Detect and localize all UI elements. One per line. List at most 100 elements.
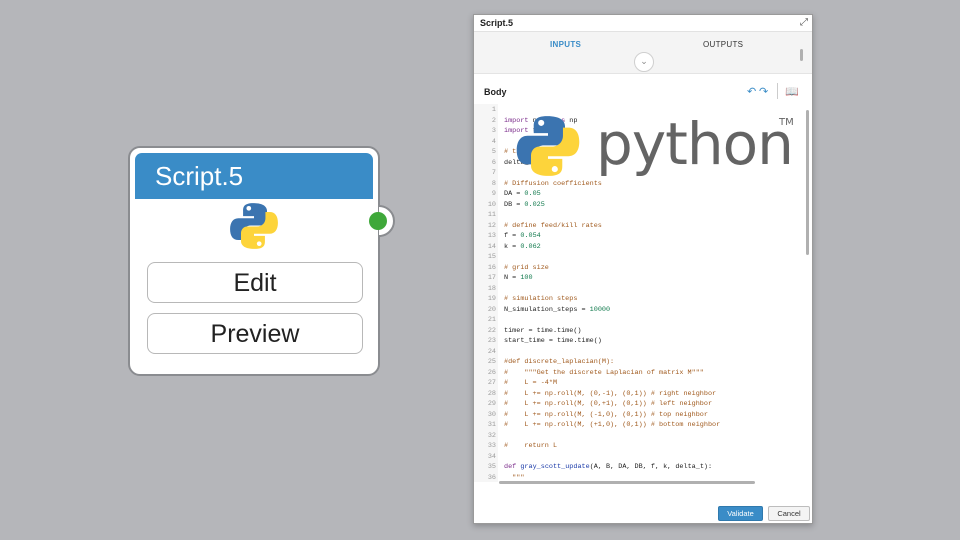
- python-logo-icon: [516, 116, 580, 176]
- line-number: 1: [491, 106, 496, 114]
- script-dialog: Script.5 ⤢ INPUTS OUTPUTS ⌄ Body ↶ ↷ 📖 1…: [473, 14, 813, 524]
- code-line: 24: [474, 347, 804, 358]
- line-number: 33: [487, 442, 496, 450]
- code-line: 30 # L += np.roll(M, (-1,0), (0,1)) # top…: [474, 410, 804, 421]
- line-number: 2: [491, 116, 496, 125]
- code-line: 15: [474, 252, 804, 263]
- code-line: 25 #def discrete_laplacian(M):: [474, 357, 804, 368]
- code-line: 12 # define feed/kill rates: [474, 221, 804, 232]
- line-number: 15: [487, 253, 496, 261]
- line-number: 23: [487, 337, 496, 345]
- code-line: 28 # L += np.roll(M, (0,-1), (0,1)) # rig…: [474, 389, 804, 400]
- code-line: 13 f = 0.054: [474, 231, 804, 242]
- code-text: # L += np.roll(M, (0,+1), (0,1)) # left …: [504, 400, 713, 408]
- cancel-button[interactable]: Cancel: [768, 506, 810, 521]
- line-number: 19: [487, 295, 496, 303]
- line-number: 31: [487, 421, 496, 429]
- line-number: 25: [487, 358, 496, 366]
- code-text: # define feed/kill rates: [504, 221, 602, 230]
- preview-button[interactable]: Preview: [147, 313, 363, 354]
- output-port[interactable]: [369, 212, 387, 230]
- code-text: # simulation steps: [504, 295, 578, 303]
- code-line: 9 DA = 0.05: [474, 189, 804, 200]
- code-text: # L += np.roll(M, (+1,0), (0,1)) # botto…: [504, 421, 721, 429]
- line-number: 6: [491, 158, 496, 167]
- code-text: start_time = time.time(): [504, 337, 602, 345]
- tabs-scrollbar[interactable]: [800, 49, 803, 61]
- line-number: 18: [487, 284, 496, 293]
- line-number: 13: [487, 232, 496, 240]
- line-number: 17: [487, 274, 496, 282]
- code-line: 33 # return L: [474, 441, 804, 452]
- book-icon[interactable]: 📖: [785, 85, 799, 98]
- line-number: 16: [487, 263, 496, 272]
- code-line: 26 # """Get the discrete Laplacian of mat…: [474, 368, 804, 379]
- code-line: 34: [474, 452, 804, 463]
- line-number: 34: [487, 452, 496, 461]
- code-text: timer = time.time(): [504, 326, 582, 335]
- line-number: 9: [491, 190, 496, 198]
- node-title: Script.5: [135, 153, 373, 199]
- code-line: 31 # L += np.roll(M, (+1,0), (0,1)) # bot…: [474, 420, 804, 431]
- python-logo-icon: [230, 203, 278, 249]
- code-text: # L += np.roll(M, (0,-1), (0,1)) # right…: [504, 389, 717, 398]
- line-number: 26: [487, 368, 496, 377]
- code-text: DB = 0.025: [504, 200, 545, 209]
- validate-button[interactable]: Validate: [718, 506, 763, 521]
- redo-icon[interactable]: ↷: [759, 85, 768, 98]
- line-number: 4: [491, 137, 496, 146]
- code-line: 11: [474, 210, 804, 221]
- toolbar-divider: [777, 83, 778, 99]
- line-number: 12: [487, 221, 496, 230]
- code-line: 19 # simulation steps: [474, 294, 804, 305]
- python-wordmark: python: [596, 110, 794, 178]
- code-text: # L += np.roll(M, (-1,0), (0,1)) # top n…: [504, 410, 708, 419]
- code-text: # grid size: [504, 263, 549, 272]
- code-line: 32: [474, 431, 804, 442]
- line-number: 35: [487, 463, 496, 471]
- collapse-chevron-icon[interactable]: ⌄: [634, 52, 654, 72]
- code-text: #def discrete_laplacian(M):: [504, 358, 615, 366]
- python-watermark: python TM: [514, 112, 804, 182]
- code-text: N = 100: [504, 274, 533, 282]
- editor-vertical-scrollbar[interactable]: [806, 110, 809, 255]
- line-number: 27: [487, 379, 496, 387]
- line-number: 24: [487, 347, 496, 356]
- editor-horizontal-scrollbar[interactable]: [499, 481, 755, 484]
- line-number: 11: [487, 211, 496, 219]
- code-text: N_simulation_steps = 10000: [504, 305, 611, 314]
- line-number: 20: [487, 305, 496, 314]
- undo-icon[interactable]: ↶: [747, 85, 756, 98]
- line-number: 30: [487, 410, 496, 419]
- line-number: 8: [491, 179, 496, 188]
- code-line: 27 # L = -4*M: [474, 378, 804, 389]
- edit-button[interactable]: Edit: [147, 262, 363, 303]
- line-number: 10: [487, 200, 496, 209]
- tab-inputs[interactable]: INPUTS: [550, 40, 581, 49]
- code-text: # return L: [504, 442, 558, 450]
- code-text: # L = -4*M: [504, 379, 558, 387]
- body-label: Body: [484, 87, 507, 97]
- code-line: 21: [474, 315, 804, 326]
- dialog-title: Script.5: [474, 15, 812, 32]
- code-text: DA = 0.05: [504, 190, 541, 198]
- line-number: 29: [487, 400, 496, 408]
- code-line: 22 timer = time.time(): [474, 326, 804, 337]
- tab-outputs[interactable]: OUTPUTS: [703, 40, 743, 49]
- code-line: 16 # grid size: [474, 263, 804, 274]
- line-number: 36: [487, 473, 496, 482]
- expand-icon[interactable]: ⤢: [800, 17, 808, 28]
- code-text: f = 0.054: [504, 232, 541, 240]
- code-line: 35 def gray_scott_update(A, B, DA, DB, f,…: [474, 462, 804, 473]
- code-line: 20 N_simulation_steps = 10000: [474, 305, 804, 316]
- code-line: 17 N = 100: [474, 273, 804, 284]
- code-text: def gray_scott_update(A, B, DA, DB, f, k…: [504, 463, 713, 471]
- script-node[interactable]: Script.5 Edit Preview: [128, 146, 380, 376]
- line-number: 21: [487, 316, 496, 324]
- code-line: 29 # L += np.roll(M, (0,+1), (0,1)) # lef…: [474, 399, 804, 410]
- trademark-mark: TM: [779, 117, 794, 128]
- dialog-footer: Validate Cancel: [474, 485, 812, 523]
- code-line: 23 start_time = time.time(): [474, 336, 804, 347]
- line-number: 5: [491, 148, 496, 156]
- line-number: 28: [487, 389, 496, 398]
